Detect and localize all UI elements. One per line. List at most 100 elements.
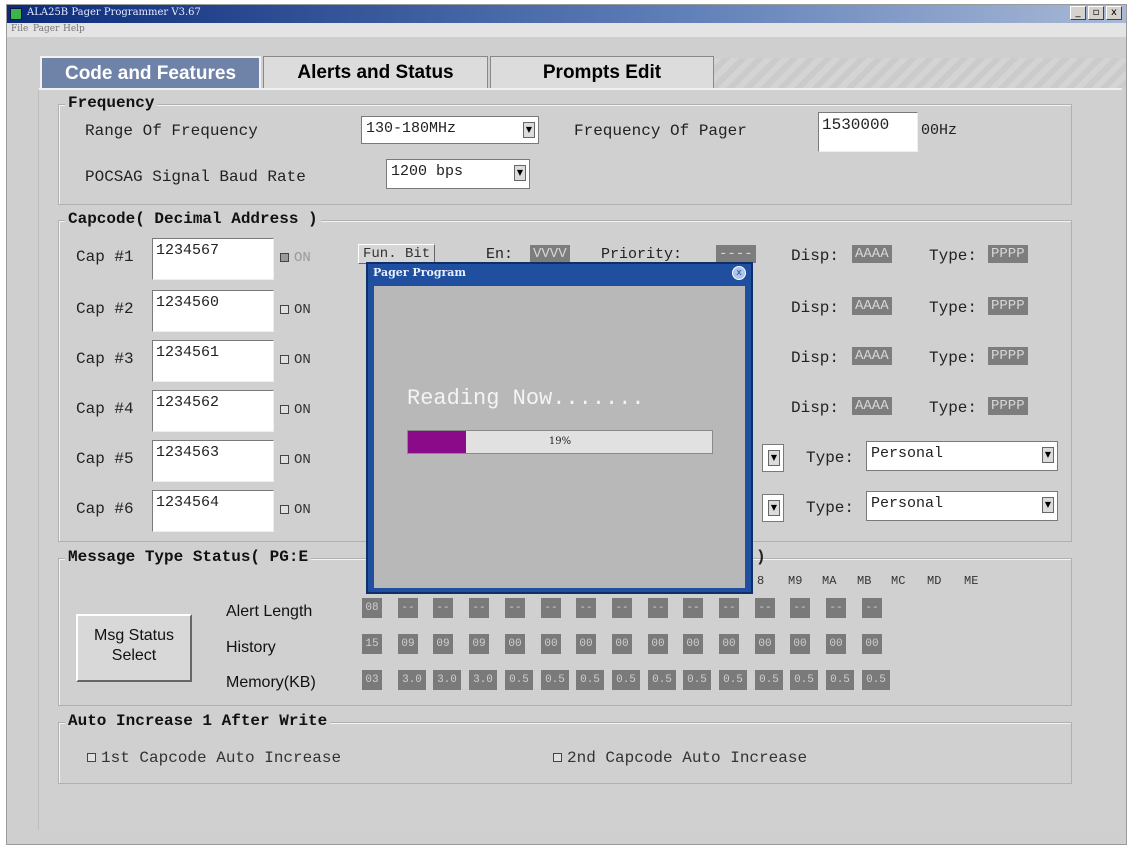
- cap-1-type-value: PPPP: [988, 245, 1028, 263]
- cap-2-label: Cap #2: [76, 300, 134, 318]
- chevron-down-icon[interactable]: ▼: [768, 450, 780, 466]
- memory-cell: 0.5: [826, 670, 854, 690]
- menu-pager[interactable]: Pager: [33, 24, 59, 34]
- cap-1-label: Cap #1: [76, 248, 134, 266]
- history-cell: 00: [541, 634, 561, 654]
- baud-rate-select[interactable]: 1200 bps ▼: [386, 159, 530, 189]
- cap-6-on-checkbox[interactable]: ON: [280, 502, 311, 518]
- cap-2-disp-label: Disp:: [791, 299, 840, 317]
- column-header: 8: [757, 574, 765, 588]
- cap-4-on-checkbox[interactable]: ON: [280, 402, 311, 418]
- alert-length-cell: --: [541, 598, 561, 618]
- history-cell: 00: [719, 634, 739, 654]
- cap-5-on-checkbox[interactable]: ON: [280, 452, 311, 468]
- first-capcode-auto-increase-checkbox[interactable]: 1st Capcode Auto Increase: [87, 749, 341, 767]
- close-button[interactable]: x: [1106, 6, 1122, 20]
- cap-5-input[interactable]: 1234563: [152, 440, 274, 482]
- history-cell: 00: [826, 634, 846, 654]
- alert-length-cell: --: [755, 598, 775, 618]
- tab-alerts-and-status[interactable]: Alerts and Status: [263, 56, 488, 89]
- chevron-down-icon[interactable]: ▼: [1042, 497, 1054, 513]
- minimize-button[interactable]: _: [1070, 6, 1086, 20]
- column-header: MB: [857, 574, 872, 588]
- cap-3-type-value: PPPP: [988, 347, 1028, 365]
- cap-3-input[interactable]: 1234561: [152, 340, 274, 382]
- history-cell: 09: [469, 634, 489, 654]
- cap-3-disp-value: AAAA: [852, 347, 892, 365]
- window-title: ALA25B Pager Programmer V3.67: [27, 7, 201, 18]
- history-cell: 00: [862, 634, 882, 654]
- alert-length-cell: --: [862, 598, 882, 618]
- cap-5-option-select[interactable]: ▼: [762, 444, 784, 472]
- alert-length-cell: --: [505, 598, 525, 618]
- cap-3-disp-label: Disp:: [791, 349, 840, 367]
- message-status-legend-tail: ): [756, 548, 766, 566]
- cap-4-label: Cap #4: [76, 400, 134, 418]
- frequency-of-pager-label: Frequency Of Pager: [574, 122, 747, 140]
- cap-6-type-select[interactable]: Personal ▼: [866, 491, 1058, 521]
- cap-5-type-select[interactable]: Personal ▼: [866, 441, 1058, 471]
- cap-4-input[interactable]: 1234562: [152, 390, 274, 432]
- tab-code-and-features[interactable]: Code and Features: [40, 56, 261, 89]
- column-header: MD: [927, 574, 942, 588]
- cap-6-type-label: Type:: [806, 499, 855, 517]
- cap-6-option-select[interactable]: ▼: [762, 494, 784, 522]
- chevron-down-icon[interactable]: ▼: [523, 122, 535, 138]
- column-header: MA: [822, 574, 837, 588]
- maximize-button[interactable]: ▫: [1088, 6, 1104, 20]
- priority-label: Priority:: [601, 246, 683, 263]
- chevron-down-icon[interactable]: ▼: [514, 165, 526, 181]
- cap-5-type-label: Type:: [806, 449, 855, 467]
- cap-6-input[interactable]: 1234564: [152, 490, 274, 532]
- alert-length-label: Alert Length: [226, 603, 313, 620]
- cap-5-label: Cap #5: [76, 450, 134, 468]
- menu-help[interactable]: Help: [63, 24, 85, 34]
- baud-rate-label: POCSAG Signal Baud Rate: [85, 168, 306, 186]
- cap-2-input[interactable]: 1234560: [152, 290, 274, 332]
- memory-cell: 03: [362, 670, 382, 690]
- second-capcode-auto-increase-checkbox[interactable]: 2nd Capcode Auto Increase: [553, 749, 807, 767]
- menu-bar: File Pager Help: [7, 23, 1126, 37]
- fun-bit-button[interactable]: Fun. Bit: [358, 244, 436, 264]
- progress-bar: 19%: [407, 430, 713, 454]
- history-cell: 09: [433, 634, 453, 654]
- cap-3-on-checkbox[interactable]: ON: [280, 352, 311, 368]
- tab-strip-background: [714, 58, 1126, 88]
- history-cell: 09: [398, 634, 418, 654]
- history-cell: 00: [790, 634, 810, 654]
- en-label: En:: [486, 246, 514, 263]
- column-header: ME: [964, 574, 979, 588]
- chevron-down-icon[interactable]: ▼: [1042, 447, 1054, 463]
- dialog-title: Pager Program: [373, 266, 467, 279]
- en-value: VVVV: [530, 245, 570, 263]
- alert-length-cell: --: [826, 598, 846, 618]
- alert-length-cell: --: [576, 598, 596, 618]
- title-bar: ALA25B Pager Programmer V3.67 _ ▫ x: [7, 5, 1126, 23]
- cap-2-on-checkbox[interactable]: ON: [280, 302, 311, 318]
- memory-cell: 0.5: [862, 670, 890, 690]
- msg-status-select-button[interactable]: Msg Status Select: [76, 614, 192, 682]
- cap-1-type-label: Type:: [929, 247, 978, 265]
- memory-cell: 3.0: [398, 670, 426, 690]
- reading-status-text: Reading Now.......: [407, 386, 645, 411]
- cap-1-on-checkbox[interactable]: ON: [280, 250, 311, 266]
- memory-cell: 0.5: [683, 670, 711, 690]
- menu-file[interactable]: File: [11, 24, 28, 34]
- memory-cell: 0.5: [790, 670, 818, 690]
- app-icon: [10, 8, 22, 20]
- alert-length-cell: 08: [362, 598, 382, 618]
- dialog-close-icon[interactable]: x: [732, 266, 746, 280]
- range-of-frequency-label: Range Of Frequency: [85, 122, 258, 140]
- alert-length-cell: --: [398, 598, 418, 618]
- priority-value: ----: [716, 245, 756, 263]
- frequency-of-pager-input[interactable]: 1530000: [818, 112, 918, 152]
- alert-length-cell: --: [433, 598, 453, 618]
- tab-prompts-edit[interactable]: Prompts Edit: [490, 56, 714, 89]
- range-of-frequency-select[interactable]: 130-180MHz ▼: [361, 116, 539, 144]
- chevron-down-icon[interactable]: ▼: [768, 500, 780, 516]
- cap-1-input[interactable]: 1234567: [152, 238, 274, 280]
- cap-1-disp-label: Disp:: [791, 247, 840, 265]
- column-header: M9: [788, 574, 803, 588]
- cap-2-type-value: PPPP: [988, 297, 1028, 315]
- history-cell: 00: [755, 634, 775, 654]
